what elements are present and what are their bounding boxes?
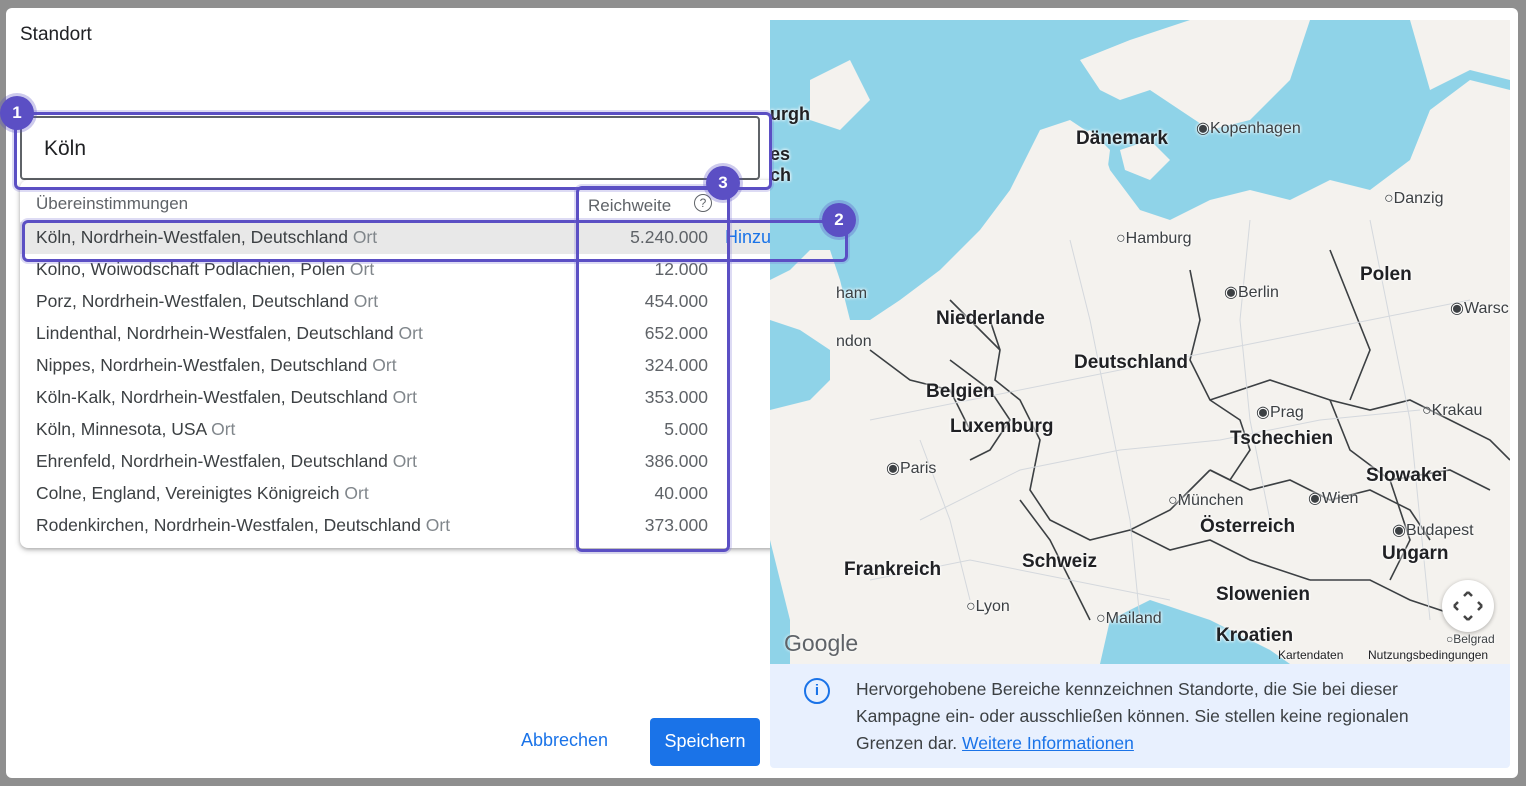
map-label-country: Dänemark: [1076, 128, 1168, 149]
map-label-city: ○Belgrad: [1446, 632, 1495, 646]
row-type: Ort: [392, 451, 417, 471]
info-text: Hervorgehobene Bereiche kennzeichnen Sta…: [856, 676, 1476, 757]
google-logo: Google: [784, 630, 859, 656]
learn-more-link[interactable]: Weitere Informationen: [962, 733, 1134, 753]
row-name: Kolno, Woiwodschaft Podlachien, Polen: [36, 259, 346, 279]
cancel-button[interactable]: Abbrechen: [521, 730, 608, 751]
map-label-country: Tschechien: [1230, 428, 1334, 449]
map-label-city: ○Krakau: [1422, 402, 1483, 419]
row-type: Ort: [344, 483, 369, 503]
annotation-badge-3: 3: [706, 166, 740, 200]
map-label-country: Deutschland: [1074, 352, 1189, 373]
row-name: Lindenthal, Nordrhein-Westfalen, Deutsch…: [36, 323, 394, 343]
row-type: Ort: [425, 515, 451, 535]
map-label-country: Österreich: [1200, 516, 1296, 537]
map-label-partial: es: [770, 144, 791, 164]
map-label-city: ◉Prag: [1256, 404, 1304, 421]
map-label-country: Luxemburg: [950, 416, 1054, 437]
row-type: Ort: [398, 323, 423, 343]
dialog-title: Standort: [20, 24, 92, 45]
expand-icon: [1453, 591, 1483, 621]
map-label-country: Schweiz: [1022, 551, 1097, 572]
row-name: Colne, England, Vereinigtes Königreich: [36, 483, 340, 503]
annotation-badge-2: 2: [822, 203, 856, 237]
map-label-city: ○Hamburg: [1116, 230, 1192, 247]
row-type: Ort: [372, 355, 397, 375]
row-type: Ort: [392, 387, 417, 407]
row-name: Nippes, Nordrhein-Westfalen, Deutschland: [36, 355, 368, 375]
map-label-country: Slowenien: [1216, 584, 1310, 605]
row-name: Rodenkirchen, Nordrhein-Westfalen, Deuts…: [36, 515, 421, 535]
row-name: Köln-Kalk, Nordrhein-Westfalen, Deutschl…: [36, 387, 388, 407]
map-view[interactable]: Dänemark Polen Niederlande Deutschland B…: [770, 20, 1510, 664]
info-panel: i Hervorgehobene Bereiche kennzeichnen S…: [770, 664, 1510, 768]
map-label-country: Ungarn: [1382, 543, 1449, 564]
map-label-partial: urgh: [770, 104, 810, 124]
row-type: Ort: [211, 419, 236, 439]
map-label-city: ○Danzig: [1384, 190, 1444, 207]
map-label-country: Niederlande: [936, 308, 1045, 329]
map-label-city: ◉Berlin: [1224, 284, 1279, 301]
row-name: Köln, Minnesota, USA: [36, 419, 207, 439]
map-label-city: ○München: [1168, 492, 1244, 509]
map-label-country: Slowakei: [1366, 465, 1448, 486]
map-terms-link[interactable]: Nutzungsbedingungen: [1368, 648, 1488, 662]
save-button[interactable]: Speichern: [650, 718, 760, 766]
map-label-city: ○Lyon: [966, 598, 1010, 615]
map-label-city: ◉Warsc: [1450, 300, 1509, 317]
map-label-country: Kroatien: [1216, 625, 1294, 646]
annotation-box-search: [14, 112, 772, 190]
map-label-country: Belgien: [926, 381, 995, 402]
annotation-badge-1: 1: [0, 96, 34, 130]
info-icon: i: [804, 678, 830, 704]
annotation-box-reach: [576, 186, 730, 552]
row-name: Porz, Nordrhein-Westfalen, Deutschland: [36, 291, 349, 311]
map-label-partial: ndon: [836, 333, 872, 350]
map-label-country: Polen: [1360, 264, 1412, 285]
map-label-city: ◉Paris: [886, 460, 937, 477]
row-type: Ort: [349, 259, 375, 279]
map-label-partial: ch: [770, 165, 792, 185]
map-label-partial: ham: [836, 285, 868, 302]
fullscreen-button[interactable]: [1442, 580, 1494, 632]
map-label-city: ○Mailand: [1096, 610, 1162, 627]
row-name: Ehrenfeld, Nordrhein-Westfalen, Deutschl…: [36, 451, 388, 471]
matches-header: Übereinstimmungen: [36, 194, 189, 213]
map-label-city: ◉Kopenhagen: [1196, 120, 1301, 137]
map-label-country: Frankreich: [844, 559, 942, 580]
row-type: Ort: [353, 291, 379, 311]
map-data-link[interactable]: Kartendaten: [1278, 648, 1343, 662]
map-label-city: ◉Budapest: [1392, 522, 1474, 539]
map-label-city: ◉Wien: [1308, 490, 1359, 507]
